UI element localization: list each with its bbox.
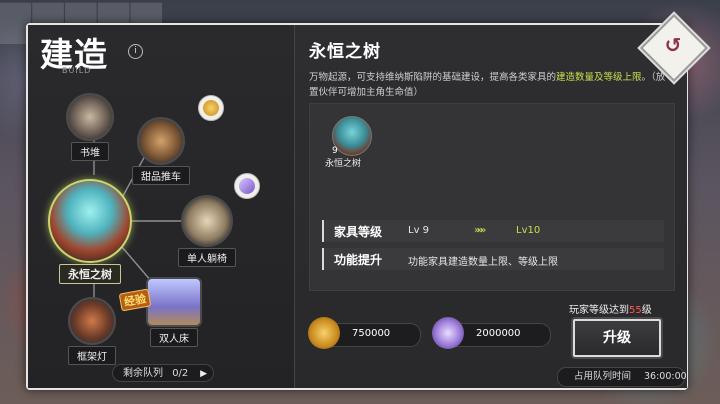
time-value: 36:00:00	[644, 371, 687, 382]
crystal-amount: 2000000	[476, 328, 521, 339]
node-eternal-tree[interactable]: 永恒之树	[48, 179, 132, 284]
remaining-queue[interactable]: 剩余队列 0/2 ▶	[112, 364, 214, 382]
node-label: 书堆	[71, 142, 109, 161]
req-suffix: 级	[641, 305, 652, 316]
node-label: 双人床	[150, 328, 198, 347]
dessert-cart-icon	[137, 117, 185, 165]
crystal-bubble	[234, 173, 260, 199]
gold-coin-icon	[308, 317, 340, 349]
coin-bubble	[198, 95, 224, 121]
queue-time: 占用队列时间 36:00:00	[557, 367, 687, 387]
node-lounge-chair[interactable]: 单人躺椅	[178, 195, 236, 267]
furniture-level-row: 家具等级 Lv 9 »»» Lv10	[322, 220, 664, 242]
cost-gold: 750000	[308, 317, 421, 349]
detail-title: 永恒之树	[309, 42, 381, 62]
level-requirement: 玩家等级达到55级	[569, 301, 652, 316]
detail-pane: 永恒之树 万物起源，可支持维纳斯陷阱的基础建设，提高各类家具的建造数量及等级上限…	[294, 25, 687, 388]
thumb-name: 永恒之树	[325, 159, 362, 169]
node-books[interactable]: 书堆	[66, 93, 114, 161]
desc-text: 万物起源，可支持维纳斯陷阱的基础建设，提高各类家具的	[309, 72, 557, 83]
build-dialog: 建造 BUILD i 书堆 甜品推车 永恒之树 单人躺椅 双人床 经验 框架灯 …	[26, 23, 688, 390]
function-value: 功能家具建造数量上限、等级上限	[408, 257, 558, 268]
cost-crystal: 2000000	[432, 317, 551, 349]
purple-crystal-icon	[432, 317, 464, 349]
gold-coin-icon	[203, 100, 219, 116]
function-key: 功能提升	[334, 253, 383, 267]
req-prefix: 玩家等级达到	[569, 305, 629, 316]
eternal-tree-icon	[48, 179, 132, 263]
node-dessert-cart[interactable]: 甜品推车	[132, 117, 190, 185]
desc-highlight: 建造数量及等级上限	[556, 72, 642, 83]
level-arrow-icon: »»»	[474, 225, 486, 236]
purple-crystal-icon	[239, 178, 255, 194]
queue-value: 0/2	[172, 368, 189, 379]
frame-lamp-icon	[68, 297, 116, 345]
function-row: 功能提升 功能家具建造数量上限、等级上限	[322, 248, 664, 270]
level-key: 家具等级	[334, 225, 383, 239]
thumb-level: 9	[332, 146, 338, 156]
lounge-chair-icon	[181, 195, 233, 247]
node-double-bed[interactable]: 双人床	[146, 277, 202, 347]
queue-label: 剩余队列	[123, 368, 163, 379]
node-label-selected: 永恒之树	[59, 264, 121, 284]
node-frame-lamp[interactable]: 框架灯	[68, 297, 116, 365]
node-label: 框架灯	[68, 346, 116, 365]
eternal-tree-thumb-icon	[332, 116, 372, 156]
book-stack-icon	[66, 93, 114, 141]
upgrade-info-box: 9 永恒之树 家具等级 Lv 9 »»» Lv10 功能提升 功能家具建造数量上…	[309, 103, 675, 291]
time-label: 占用队列时间	[574, 371, 632, 382]
build-tree-pane: 建造 BUILD i 书堆 甜品推车 永恒之树 单人躺椅 双人床 经验 框架灯 …	[28, 25, 294, 388]
gold-amount: 750000	[352, 328, 391, 339]
node-label: 甜品推车	[132, 166, 190, 185]
double-bed-icon	[146, 277, 202, 327]
level-from: Lv 9	[408, 225, 430, 236]
node-label: 单人躺椅	[178, 248, 236, 267]
play-arrow-icon: ▶	[200, 369, 207, 379]
level-to: Lv10	[516, 225, 541, 236]
back-arrow-icon[interactable]: ↺	[658, 30, 688, 60]
upgrade-button[interactable]: 升级	[573, 319, 661, 357]
detail-description: 万物起源，可支持维纳斯陷阱的基础建设，提高各类家具的建造数量及等级上限。（放置伙…	[309, 70, 673, 100]
req-level: 55	[629, 305, 642, 316]
